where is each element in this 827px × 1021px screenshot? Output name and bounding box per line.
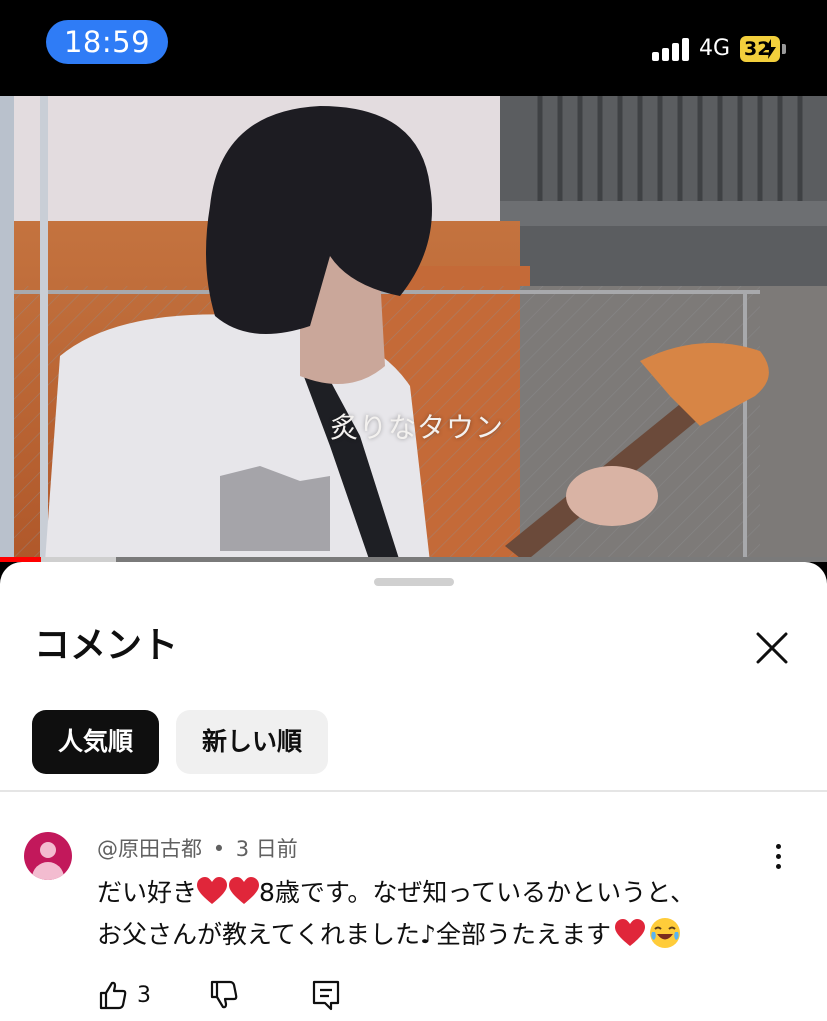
divider bbox=[0, 790, 827, 792]
comments-panel: コメント 人気順 新しい順 @原田古都 • 3 日前 だい好き 8歳です。なぜ知っ… bbox=[0, 562, 827, 1021]
video-player[interactable]: 炙りなタウン bbox=[0, 96, 827, 562]
network-type: 4G bbox=[699, 36, 731, 61]
meta-separator: • bbox=[212, 837, 226, 861]
comment-line-2: お父さんが教えてくれました♪全部うたえます bbox=[97, 914, 797, 956]
laughing-face-icon bbox=[649, 918, 680, 948]
thumbs-up-icon[interactable] bbox=[97, 979, 129, 1011]
reply-icon[interactable] bbox=[310, 979, 342, 1011]
comment-author[interactable]: @原田古都 bbox=[97, 837, 202, 861]
battery-icon: 32 bbox=[740, 36, 780, 62]
clock: 18:59 bbox=[46, 20, 168, 64]
comment-line-1: だい好き 8歳です。なぜ知っているかというと、 bbox=[97, 872, 797, 914]
sort-chip-newest[interactable]: 新しい順 bbox=[176, 710, 329, 774]
heart-icon bbox=[614, 919, 645, 946]
close-icon[interactable] bbox=[752, 628, 792, 668]
comment-text: だい好き 8歳です。なぜ知っているかというと、 お父さんが教えてくれました♪全部う… bbox=[97, 872, 797, 956]
heart-icon bbox=[229, 877, 260, 904]
battery-tip bbox=[782, 44, 786, 54]
charging-bolt-icon bbox=[764, 39, 776, 59]
comment-time: 3 日前 bbox=[235, 837, 298, 861]
sort-chips: 人気順 新しい順 bbox=[32, 710, 329, 774]
video-caption: 炙りなタウン bbox=[330, 411, 505, 444]
heart-icon bbox=[197, 877, 228, 904]
like-count: 3 bbox=[137, 983, 151, 1008]
avatar[interactable] bbox=[24, 832, 72, 880]
comment-text-part: お父さんが教えてくれました♪全部うたえます bbox=[97, 920, 611, 949]
comment-meta: @原田古都 • 3 日前 bbox=[97, 834, 298, 864]
cellular-signal-icon bbox=[652, 37, 692, 61]
drag-handle[interactable] bbox=[374, 578, 454, 586]
sort-chip-top[interactable]: 人気順 bbox=[32, 710, 160, 774]
more-options-icon[interactable] bbox=[766, 842, 790, 872]
comment-text-part: だい好き bbox=[97, 878, 198, 907]
status-bar: 18:59 4G 32 bbox=[0, 0, 827, 96]
thumbs-down-icon[interactable] bbox=[208, 979, 240, 1011]
video-frame bbox=[0, 96, 827, 562]
panel-title: コメント bbox=[34, 625, 179, 666]
comment-text-part: 8歳です。なぜ知っているかというと、 bbox=[259, 878, 696, 907]
